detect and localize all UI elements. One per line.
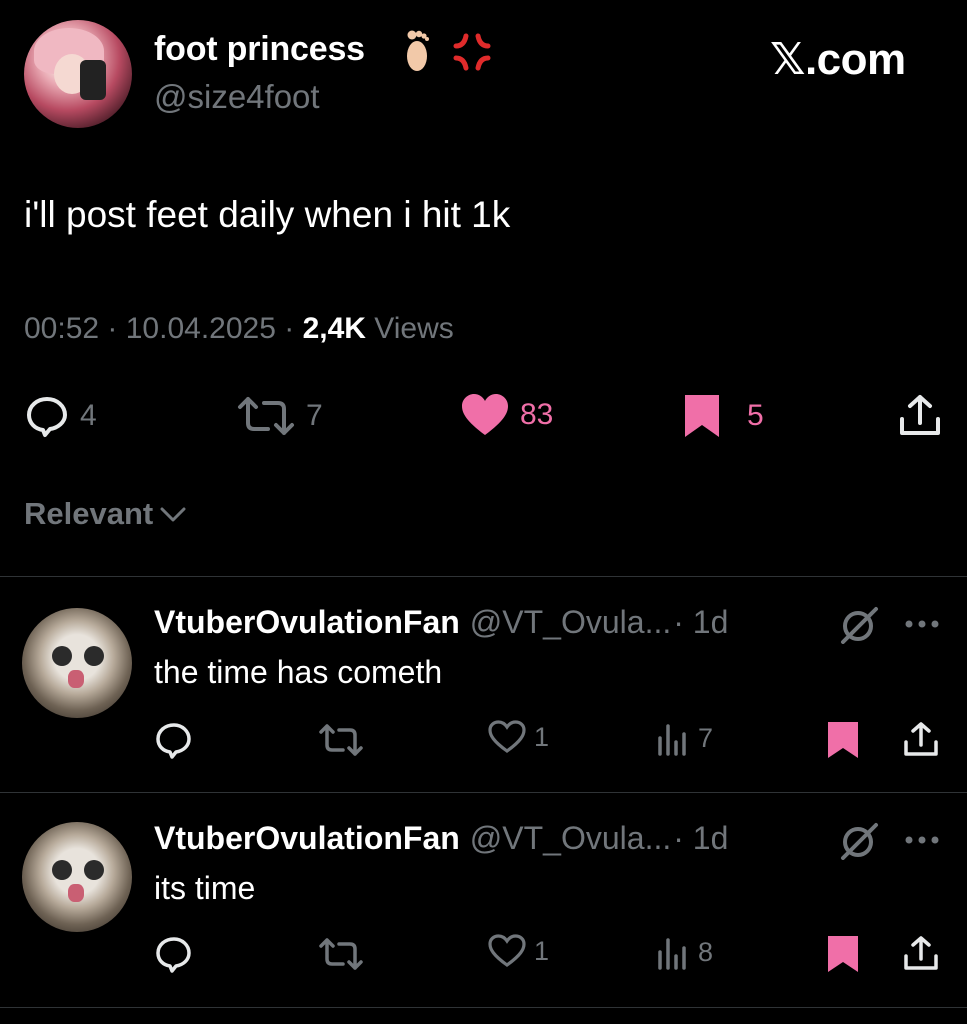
divider bbox=[0, 1007, 967, 1008]
like-button[interactable]: 83 bbox=[460, 393, 553, 437]
reply-time: · 1d bbox=[673, 820, 729, 856]
reply-author-name[interactable]: VtuberOvulationFan bbox=[154, 604, 460, 641]
reply-views-button[interactable]: 8 bbox=[656, 934, 713, 970]
tweet-meta: 00:52 · 10.04.2025 · 2,4K Views bbox=[24, 312, 454, 345]
divider bbox=[0, 576, 967, 577]
sort-dropdown[interactable]: Relevant bbox=[24, 496, 187, 532]
more-icon[interactable] bbox=[902, 614, 942, 634]
user-handle[interactable]: @size4foot bbox=[154, 78, 320, 116]
reply-count: 4 bbox=[80, 399, 97, 432]
repost-count: 7 bbox=[306, 399, 323, 432]
bookmark-icon[interactable] bbox=[826, 720, 860, 760]
views-icon bbox=[658, 938, 686, 970]
bookmark-button[interactable]: 5 bbox=[683, 393, 764, 439]
reply-icon bbox=[156, 937, 191, 973]
bookmark-icon[interactable] bbox=[826, 934, 860, 974]
views-label: Views bbox=[374, 312, 454, 345]
more-icon[interactable] bbox=[902, 830, 942, 850]
tweet-time: 00:52 bbox=[24, 312, 100, 345]
repost-icon bbox=[319, 724, 363, 756]
reply-repost-button[interactable] bbox=[318, 722, 364, 758]
display-name[interactable]: foot princess bbox=[154, 30, 365, 69]
reply-time: · 1d bbox=[673, 604, 729, 640]
reply-header: VtuberOvulationFan @VT_Ovula... · 1d bbox=[154, 604, 728, 641]
chevron-down-icon bbox=[160, 507, 186, 522]
share-icon[interactable] bbox=[902, 934, 940, 972]
like-count: 83 bbox=[520, 398, 554, 431]
heart-outline-icon bbox=[488, 720, 526, 753]
grok-icon[interactable] bbox=[838, 822, 880, 860]
grok-icon[interactable] bbox=[838, 606, 880, 644]
repost-icon bbox=[319, 938, 363, 970]
reply-like-button[interactable]: 1 bbox=[488, 720, 549, 754]
tweet-text: i'll post feet daily when i hit 1k bbox=[24, 194, 511, 235]
reply-avatar[interactable] bbox=[22, 608, 132, 718]
reply-like-count: 1 bbox=[534, 721, 550, 752]
reply-like-button[interactable]: 1 bbox=[488, 934, 549, 968]
bookmark-icon bbox=[685, 395, 719, 437]
views-icon bbox=[658, 724, 686, 756]
reply-author-handle[interactable]: @VT_Ovula... bbox=[470, 820, 671, 857]
reply-like-count: 1 bbox=[534, 935, 550, 966]
repost-icon bbox=[238, 397, 294, 435]
reply-views-button[interactable]: 7 bbox=[656, 720, 713, 756]
heart-outline-icon bbox=[488, 934, 526, 967]
share-icon[interactable] bbox=[902, 720, 940, 758]
repost-button[interactable]: 7 bbox=[236, 393, 323, 439]
views-count: 2,4K bbox=[302, 312, 366, 345]
reply-views-count: 7 bbox=[698, 722, 714, 753]
reply-header: VtuberOvulationFan @VT_Ovula... · 1d bbox=[154, 820, 728, 857]
sort-label: Relevant bbox=[24, 496, 154, 531]
reply-button[interactable]: 4 bbox=[24, 393, 97, 439]
reply-text: its time bbox=[154, 870, 256, 906]
reply-views-count: 8 bbox=[698, 936, 714, 967]
anger-icon bbox=[453, 33, 491, 71]
share-icon bbox=[900, 395, 940, 435]
reply-author-name[interactable]: VtuberOvulationFan bbox=[154, 820, 460, 857]
reply-icon bbox=[27, 397, 67, 437]
bookmark-count: 5 bbox=[747, 399, 764, 432]
profile-avatar[interactable] bbox=[24, 20, 132, 128]
reply-icon bbox=[156, 723, 191, 759]
share-button[interactable] bbox=[897, 393, 943, 439]
reply-avatar[interactable] bbox=[22, 822, 132, 932]
reply-author-handle[interactable]: @VT_Ovula... bbox=[470, 604, 671, 641]
divider bbox=[0, 792, 967, 793]
x-logo: 𝕏.com bbox=[770, 35, 906, 84]
reply-reply-button[interactable] bbox=[154, 720, 194, 760]
reply-text: the time has cometh bbox=[154, 654, 443, 690]
heart-icon bbox=[462, 394, 508, 435]
reply-repost-button[interactable] bbox=[318, 936, 364, 972]
reply-reply-button[interactable] bbox=[154, 934, 194, 974]
tweet-date: 10.04.2025 bbox=[125, 312, 276, 345]
foot-icon bbox=[407, 30, 429, 71]
